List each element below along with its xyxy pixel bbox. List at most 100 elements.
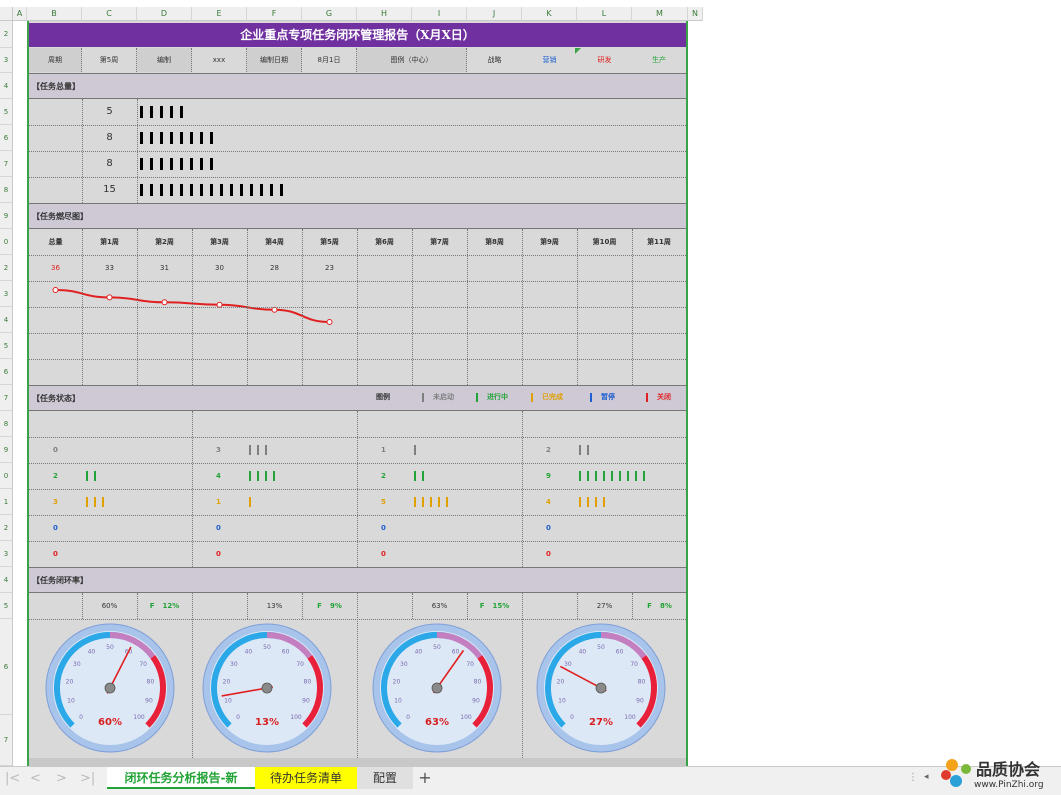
bar-tick [170, 132, 173, 144]
row-header[interactable]: 4 [0, 307, 13, 333]
burndown-week-value: 33 [105, 264, 114, 272]
next-sheet-icon[interactable]: > [56, 771, 67, 786]
row-header[interactable]: 6 [0, 125, 13, 151]
gauge-scale-label: 70 [630, 661, 638, 668]
gauge-value-label: 60% [98, 717, 122, 728]
gauge-scale-label: 80 [147, 679, 155, 686]
comment-indicator[interactable] [575, 48, 581, 54]
row-header[interactable]: 3 [0, 541, 13, 567]
row-header[interactable]: 0 [0, 463, 13, 489]
column-header[interactable]: G [302, 7, 357, 21]
status-count: 0 [53, 446, 58, 454]
status-tick [579, 445, 581, 455]
row-header[interactable]: 9 [0, 203, 13, 229]
close-rate-pct: 60% [101, 602, 118, 610]
burndown-week-header: 第11周 [647, 238, 671, 246]
row-header[interactable]: 7 [0, 151, 13, 177]
row-header[interactable]: 6 [0, 619, 13, 715]
column-header[interactable]: A [13, 7, 27, 21]
column-header[interactable]: H [357, 7, 412, 21]
row-header[interactable]: 2 [0, 515, 13, 541]
column-header[interactable]: B [27, 7, 82, 21]
date-value[interactable]: 8月1日 [302, 48, 357, 72]
first-sheet-icon[interactable]: |< [5, 771, 20, 786]
burndown-week-header: 总量 [48, 238, 63, 246]
status-count: 2 [381, 472, 386, 480]
bar-tick [140, 158, 143, 170]
burndown-week-value: 23 [325, 264, 334, 272]
grid-line [357, 411, 358, 567]
column-header[interactable]: J [467, 7, 522, 21]
grid-line [137, 99, 138, 203]
tab-config[interactable]: 配置 [357, 767, 413, 789]
forecast-value: 15% [492, 602, 510, 610]
row-header[interactable]: 8 [0, 177, 13, 203]
column-header[interactable]: I [412, 7, 467, 21]
row-header[interactable]: 5 [0, 333, 13, 359]
tab-closed-loop-report[interactable]: 闭环任务分析报告-新 [107, 767, 255, 789]
column-header[interactable]: K [522, 7, 577, 21]
row-header[interactable]: 0 [0, 229, 13, 255]
column-header[interactable]: L [577, 7, 632, 21]
row-header[interactable]: 5 [0, 593, 13, 619]
task-total-value: 8 [106, 158, 113, 169]
status-count: 0 [381, 550, 386, 558]
row-header[interactable]: 7 [0, 715, 13, 766]
forecast-value: 8% [659, 602, 672, 610]
status-tick [595, 471, 597, 481]
prev-sheet-icon[interactable]: < [30, 771, 41, 786]
row-header[interactable]: 1 [0, 489, 13, 515]
gauge-scale-label: 10 [224, 698, 232, 705]
status-legend-item: 进行中 [476, 392, 508, 402]
status-ticks [249, 471, 281, 481]
column-header[interactable]: E [192, 7, 247, 21]
column-header[interactable]: N [688, 7, 703, 21]
grid-line [357, 229, 358, 385]
close-rate-pct: 63% [431, 602, 448, 610]
period-value[interactable]: 第5周 [82, 48, 137, 72]
select-all-corner[interactable] [0, 7, 13, 21]
row-header[interactable]: 8 [0, 411, 13, 437]
gauge-scale-label: 80 [474, 679, 482, 686]
row-header[interactable]: 7 [0, 385, 13, 411]
scroll-left-icon[interactable]: ◂ [924, 772, 929, 782]
row-header[interactable]: 6 [0, 359, 13, 385]
grid-line [412, 229, 413, 385]
legend-swatch [476, 392, 478, 402]
add-sheet-button[interactable]: + [415, 767, 435, 789]
status-count: 3 [53, 498, 58, 506]
grid-line [522, 593, 523, 758]
status-tick [249, 471, 251, 481]
row-header[interactable]: 2 [0, 255, 13, 281]
gauge-scale-label: 90 [302, 698, 310, 705]
editor-value[interactable]: xxx [192, 48, 247, 72]
row-header[interactable]: 4 [0, 73, 13, 99]
bar-tick [180, 106, 183, 118]
bar-tick [160, 158, 163, 170]
status-tick [643, 471, 645, 481]
column-header[interactable]: F [247, 7, 302, 21]
gauge-scale-label: 70 [296, 661, 304, 668]
status-tick [94, 471, 96, 481]
gauge-scale-label: 30 [400, 661, 408, 668]
row-header[interactable]: 3 [0, 48, 13, 73]
grid-line [247, 593, 248, 619]
status-ticks [86, 497, 110, 507]
scroll-split-handle[interactable]: ⋮ [908, 772, 918, 783]
gauge-hub [431, 682, 443, 694]
gauge-scale-label: 0 [406, 714, 410, 721]
column-header[interactable]: D [137, 7, 192, 21]
last-sheet-icon[interactable]: >| [80, 771, 95, 786]
status-tick [94, 497, 96, 507]
row-header[interactable]: 5 [0, 99, 13, 125]
tab-todo-list[interactable]: 待办任务清单 [255, 767, 357, 789]
gauge-hub [104, 682, 116, 694]
row-header[interactable]: 2 [0, 21, 13, 48]
bar-tick [180, 132, 183, 144]
column-header[interactable]: M [632, 7, 688, 21]
row-header[interactable]: 4 [0, 567, 13, 593]
status-ticks [249, 497, 257, 507]
column-header[interactable]: C [82, 7, 137, 21]
row-header[interactable]: 3 [0, 281, 13, 307]
row-header[interactable]: 9 [0, 437, 13, 463]
